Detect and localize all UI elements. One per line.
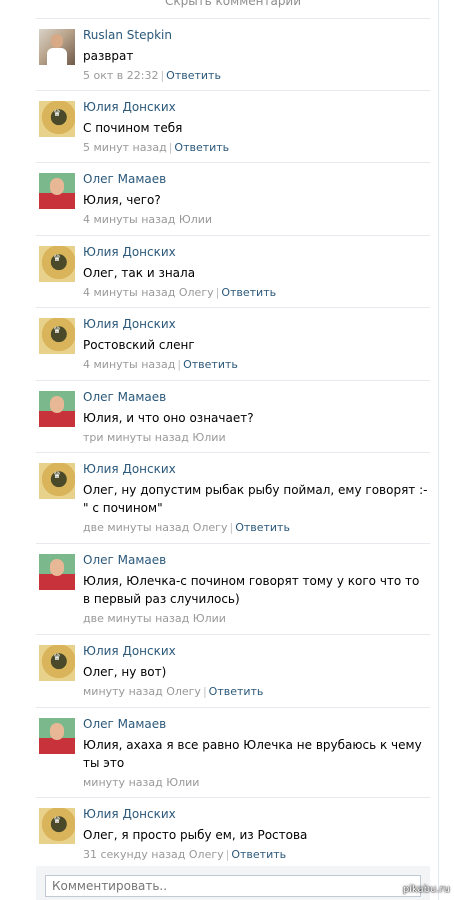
comment-text: разврат [83, 49, 134, 63]
comments-panel: Скрыть комментарии Ruslan Stepkin развра… [36, 0, 430, 900]
comment-time[interactable]: две минуты назад Юлии [83, 612, 226, 625]
reply-link[interactable]: Ответить [209, 685, 264, 698]
reply-link[interactable]: Ответить [221, 286, 276, 299]
comment-text: Юлия, ахаха я все равно Юлечка не врубаю… [83, 738, 422, 770]
comment-author[interactable]: Юлия Донских [83, 461, 176, 477]
comment-item: Олег Мамаев Юлия, чего? 4 минуты назад Ю… [36, 162, 430, 235]
watermark: pikabu.ru [402, 884, 450, 895]
avatar[interactable]: ♛ [39, 645, 75, 681]
avatar[interactable] [39, 173, 75, 209]
comment-text: Ростовский сленг [83, 338, 195, 352]
comment-meta: минуту назад Олегу | Ответить [83, 685, 264, 698]
comment-time[interactable]: 4 минуты назад Юлии [83, 213, 212, 226]
reply-link[interactable]: Ответить [166, 69, 221, 82]
comment-meta: две минуты назад Юлии [83, 612, 226, 626]
avatar[interactable] [39, 718, 75, 754]
avatar[interactable]: ♛ [39, 463, 75, 499]
comment-author[interactable]: Юлия Донских [83, 806, 176, 822]
comment-meta: 5 окт в 22:32 | Ответить [83, 69, 221, 82]
comment-time[interactable]: две минуты назад Олегу [83, 521, 227, 534]
comment-item: ♛ Юлия Донских Олег, ну допустим рыбак р… [36, 452, 430, 543]
comment-meta: две минуты назад Олегу | Ответить [83, 521, 290, 534]
comment-item: ♛ Юлия Донских Олег, так и знала 4 минут… [36, 235, 430, 308]
comment-item: ♛ Юлия Донских С починoм тебя 5 минут на… [36, 90, 430, 163]
comment-meta: 31 секунду назад Олегу | Ответить [83, 848, 287, 861]
comment-author[interactable]: Олег Мамаев [83, 552, 166, 568]
comment-author[interactable]: Ruslan Stepkin [83, 27, 172, 43]
comment-item: Олег Мамаев Юлия, и что оно означает? тр… [36, 380, 430, 453]
comment-author[interactable]: Олег Мамаев [83, 171, 166, 187]
comment-meta: 4 минуты назад Олегу | Ответить [83, 286, 277, 299]
comment-item: ♛ Юлия Донских Ростовский сленг 4 минуты… [36, 307, 430, 380]
comment-text: Олег, ну вот) [83, 665, 167, 679]
comment-time[interactable]: минуту назад Олегу [83, 685, 201, 698]
comment-item: Ruslan Stepkin разврат 5 окт в 22:32 | Отв… [36, 18, 430, 91]
reply-link[interactable]: Ответить [174, 141, 229, 154]
avatar[interactable] [39, 29, 75, 65]
avatar[interactable] [39, 554, 75, 590]
comment-item: Олег Мамаев Юлия, Юлечка-с почином говор… [36, 543, 430, 634]
avatar[interactable]: ♛ [39, 808, 75, 844]
comment-meta: три минуты назад Юлии [83, 431, 226, 445]
avatar[interactable]: ♛ [39, 246, 75, 282]
reply-link[interactable]: Ответить [183, 358, 238, 371]
comment-text: С починoм тебя [83, 121, 183, 135]
comment-time[interactable]: минуту назад Юлии [83, 776, 199, 789]
comment-text: Олег, ну допустим рыбак рыбу поймал, ему… [83, 483, 428, 515]
comment-time[interactable]: 31 секунду назад Олегу [83, 848, 224, 861]
comment-text: Юлия, чего? [83, 193, 161, 207]
comment-author[interactable]: Юлия Донских [83, 316, 176, 332]
avatar[interactable] [39, 391, 75, 427]
comment-text: Олег, так и знала [83, 266, 196, 280]
comment-author[interactable]: Олег Мамаев [83, 389, 166, 405]
avatar[interactable]: ♛ [39, 318, 75, 354]
avatar[interactable]: ♛ [39, 101, 75, 137]
comment-text: Юлия, Юлечка-с почином говорят тому у ко… [83, 574, 420, 606]
comment-meta: 4 минуты назад Юлии [83, 213, 212, 227]
comment-author[interactable]: Юлия Донских [83, 244, 176, 260]
comment-time[interactable]: 4 минуты назад [83, 358, 175, 371]
comment-item: ♛ Юлия Донских Олег, ну вот) минуту наза… [36, 634, 430, 707]
comment-author[interactable]: Юлия Донских [83, 99, 176, 115]
hide-comments-link[interactable]: Скрыть комментарии [36, 0, 430, 10]
comment-author[interactable]: Юлия Донских [83, 643, 176, 659]
comment-input[interactable] [45, 875, 421, 897]
comment-meta: минуту назад Юлии [83, 776, 199, 790]
comment-meta: 5 минут назад | Ответить [83, 141, 230, 154]
comment-time[interactable]: 5 окт в 22:32 [83, 69, 158, 82]
comment-time[interactable]: 4 минуты назад Олегу [83, 286, 214, 299]
reply-link[interactable]: Ответить [235, 521, 290, 534]
reply-link[interactable]: Ответить [231, 848, 286, 861]
comment-time[interactable]: три минуты назад Юлии [83, 431, 226, 444]
panel-border [438, 0, 439, 900]
comment-meta: 4 минуты назад | Ответить [83, 358, 238, 371]
comment-time[interactable]: 5 минут назад [83, 141, 167, 154]
comment-text: Олег, я просто рыбу ем, из Ростова [83, 828, 308, 842]
comment-item: Олег Мамаев Юлия, ахаха я все равно Юлеч… [36, 707, 430, 798]
comment-item: ♛ Юлия Донских Олег, я просто рыбу ем, и… [36, 797, 430, 867]
comment-composer [36, 866, 430, 900]
comment-author[interactable]: Олег Мамаев [83, 716, 166, 732]
comment-text: Юлия, и что оно означает? [83, 411, 254, 425]
